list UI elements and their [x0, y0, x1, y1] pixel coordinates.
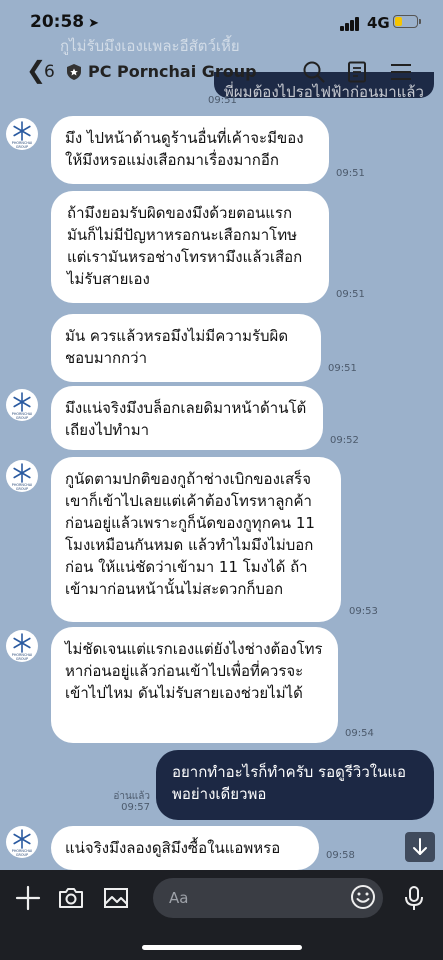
message-time: 09:54 [345, 728, 374, 739]
shield-icon [67, 64, 81, 80]
status-bar: 20:58 ➤ 4G [0, 0, 443, 46]
chat-title[interactable]: PC Pornchai Group [88, 62, 257, 81]
incoming-message-bubble[interactable]: ไม่ชัดเจนแต่แรกเองแต่ยังไงช่างต้องโทรหาก… [51, 627, 338, 743]
message-text: กูนัดตามปกติของกูถ้าช่างเบิกของเสร็จเขาก… [65, 470, 315, 598]
avatar[interactable]: PHORNCHAI GROUP [6, 389, 38, 421]
snowflake-icon [13, 633, 31, 653]
message-text: มึง ไปหน้าด้านดูร้านอื่นที่เค้าจะมีของให… [65, 129, 304, 169]
snowflake-icon [13, 463, 31, 483]
avatar-caption: PHORNCHAI GROUP [11, 483, 33, 491]
message-text: ไม่ชัดเจนแต่แรกเองแต่ยังไงช่างต้องโทรหาก… [65, 640, 323, 702]
image-icon[interactable] [102, 884, 130, 912]
search-icon[interactable] [302, 60, 326, 84]
home-indicator[interactable] [142, 945, 302, 950]
message-time: 09:53 [349, 606, 378, 617]
avatar[interactable]: PHORNCHAI GROUP [6, 118, 38, 150]
emoji-icon[interactable] [350, 884, 376, 910]
avatar[interactable]: PHORNCHAI GROUP [6, 826, 38, 858]
notes-icon[interactable] [345, 60, 369, 84]
battery-tip [419, 19, 421, 24]
arrow-down-icon [413, 838, 427, 855]
incoming-message-bubble[interactable]: มึง ไปหน้าด้านดูร้านอื่นที่เค้าจะมีของให… [51, 116, 329, 184]
message-text: ถ้ามึงยอมรับผิดของมึงด้วยตอนแรก มันก็ไม่… [67, 204, 303, 288]
message-time: 09:57 [121, 802, 150, 813]
message-time: 09:52 [330, 435, 359, 446]
avatar-caption: PHORNCHAI GROUP [11, 849, 33, 857]
message-time: 09:51 [336, 289, 365, 300]
chat-header: ❮ 6 PC Pornchai Group [0, 50, 443, 94]
menu-icon[interactable] [389, 60, 413, 84]
avatar-caption: PHORNCHAI GROUP [11, 653, 33, 661]
plus-icon[interactable] [14, 884, 42, 912]
incoming-message-bubble[interactable]: มัน ควรแล้วหรอมึงไม่มีความรับผิดชอบมากกว… [51, 314, 321, 382]
status-time: 20:58 ➤ [30, 12, 100, 32]
message-text: มัน ควรแล้วหรอมึงไม่มีความรับผิดชอบมากกว… [65, 327, 289, 367]
location-arrow-icon: ➤ [88, 16, 100, 31]
message-time: 09:51 [208, 95, 237, 106]
microphone-icon[interactable] [400, 884, 428, 912]
avatar[interactable]: PHORNCHAI GROUP [6, 460, 38, 492]
incoming-message-bubble[interactable]: มึงแน่จริงมึงบล็อกเลยดิมาหน้าด้านโต้เถีย… [51, 386, 323, 450]
snowflake-icon [13, 121, 31, 141]
incoming-message-bubble[interactable]: แน่จริงมึงลองดูสิมึงซื้อในแอพหรอ [51, 826, 319, 870]
outgoing-message-bubble[interactable]: อยากทำอะไรก็ทำครับ รอดูรีวิวในแอพอย่างเด… [156, 750, 434, 820]
message-time: 09:51 [328, 363, 357, 374]
message-time: 09:58 [326, 850, 355, 861]
scroll-to-bottom-button[interactable] [405, 832, 435, 862]
message-text: มึงแน่จริงมึงบล็อกเลยดิมาหน้าด้านโต้เถีย… [65, 399, 307, 439]
snowflake-icon [13, 829, 31, 849]
message-text: แน่จริงมึงลองดูสิมึงซื้อในแอพหรอ [65, 839, 281, 857]
avatar[interactable]: PHORNCHAI GROUP [6, 630, 38, 662]
avatar-caption: PHORNCHAI GROUP [11, 412, 33, 420]
avatar-caption: PHORNCHAI GROUP [11, 141, 33, 149]
snowflake-icon [13, 392, 31, 412]
signal-icon [340, 17, 362, 31]
camera-icon[interactable] [57, 884, 85, 912]
back-count[interactable]: 6 [44, 62, 55, 82]
message-time: 09:51 [336, 168, 365, 179]
network-type: 4G [367, 14, 390, 32]
incoming-message-bubble[interactable]: กูนัดตามปกติของกูถ้าช่างเบิกของเสร็จเขาก… [51, 457, 341, 622]
message-text: อยากทำอะไรก็ทำครับ รอดูรีวิวในแอพอย่างเด… [172, 763, 407, 803]
battery-icon [393, 15, 418, 28]
incoming-message-bubble[interactable]: ถ้ามึงยอมรับผิดของมึงด้วยตอนแรก มันก็ไม่… [51, 191, 329, 303]
message-input[interactable] [153, 878, 383, 918]
